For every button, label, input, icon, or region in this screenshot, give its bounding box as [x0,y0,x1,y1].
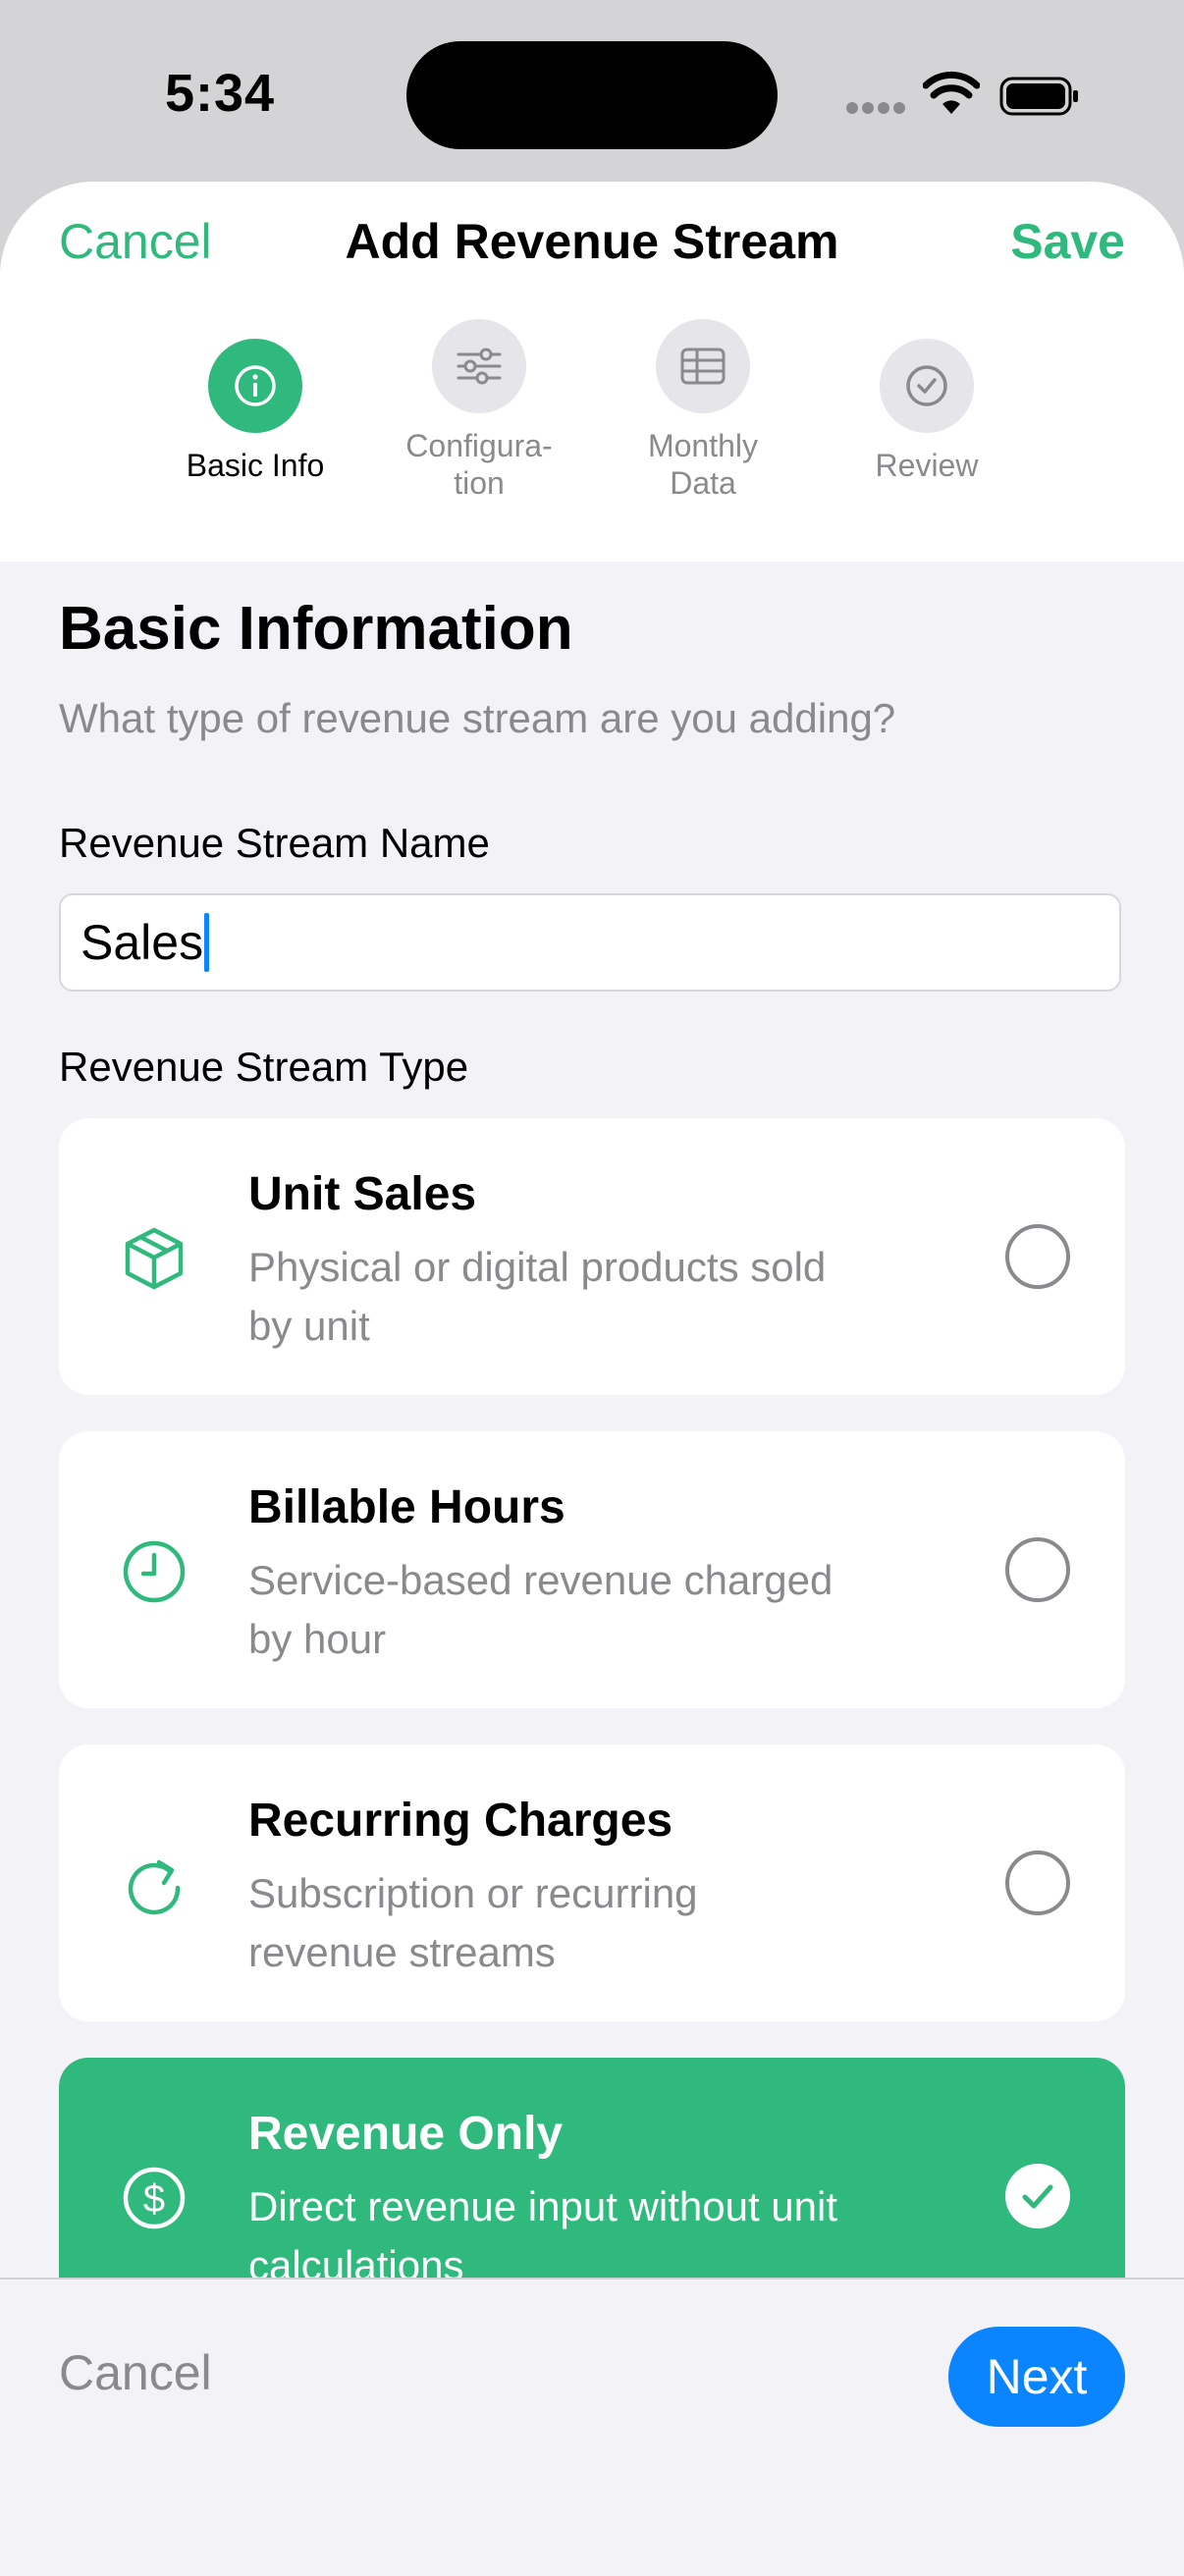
option-description: Subscription or recurring revenue stream… [248,1870,698,1975]
step-circle [880,339,974,433]
option-description: Physical or digital products sold by uni… [248,1244,827,1349]
step-circle [208,339,302,433]
radio-button-selected[interactable] [1005,2164,1070,2228]
option-recurring-charges[interactable]: Recurring Charges Subscription or recurr… [59,1744,1125,2021]
text-cursor [204,913,210,972]
step-circle [432,319,526,413]
radio-button[interactable] [1005,1851,1070,1915]
status-time: 5:34 [165,64,276,123]
radio-button[interactable] [1005,1224,1070,1289]
option-title: Recurring Charges [248,1795,673,1847]
footer-cancel-button[interactable]: Cancel [59,2344,212,2401]
name-input-value: Sales [81,915,204,970]
step-label: Review [875,448,979,483]
add-revenue-stream-sheet: Cancel Add Revenue Stream Save Basic Inf… [0,182,1184,2574]
info-icon [235,365,276,406]
option-title: Billable Hours [248,1481,565,1533]
section-title: Basic Information [59,595,573,663]
step-circle [656,319,750,413]
box-icon [125,1227,184,1290]
option-billable-hours[interactable]: Billable Hours Service-based revenue cha… [59,1431,1125,1708]
name-field-label: Revenue Stream Name [59,820,490,866]
svg-text:$: $ [143,2177,165,2221]
radio-button[interactable] [1005,1537,1070,1602]
table-icon [680,348,726,385]
status-bar: 5:34 [0,0,1184,182]
type-field-label: Revenue Stream Type [59,1044,469,1090]
step-label: Monthly Data [647,428,759,501]
option-title: Unit Sales [248,1168,477,1220]
option-description: Service-based revenue charged by hour [248,1557,834,1662]
battery-icon [999,77,1078,116]
dollar-circle-icon: $ [123,2167,186,2229]
option-unit-sales[interactable]: Unit Sales Physical or digital products … [59,1118,1125,1395]
refresh-icon [128,1859,181,1915]
sliders-icon [457,348,502,385]
header-save-button[interactable]: Save [1010,213,1125,270]
step-basic-info[interactable]: Basic Info [147,339,363,484]
step-monthly-data[interactable]: Monthly Data [595,319,811,502]
step-label: Basic Info [186,448,325,483]
step-configuration[interactable]: Configura- tion [371,319,587,502]
checkmark-circle-icon [906,365,947,406]
checkmark-icon [1022,2184,1053,2209]
cellular-signal-icon [846,102,905,116]
bottom-toolbar: Cancel Next [0,2278,1184,2576]
wifi-icon [923,71,980,114]
next-button[interactable]: Next [948,2327,1125,2427]
dynamic-island [406,41,778,149]
page-title: Add Revenue Stream [345,214,839,269]
step-label: Configura- tion [405,428,553,501]
clock-icon [123,1540,186,1603]
section-subtitle: What type of revenue stream are you addi… [59,695,896,741]
step-review[interactable]: Review [819,339,1035,484]
option-title: Revenue Only [248,2108,564,2160]
revenue-stream-name-input[interactable]: Sales [59,893,1121,992]
sheet-header: Cancel Add Revenue Stream Save Basic Inf… [0,182,1184,562]
